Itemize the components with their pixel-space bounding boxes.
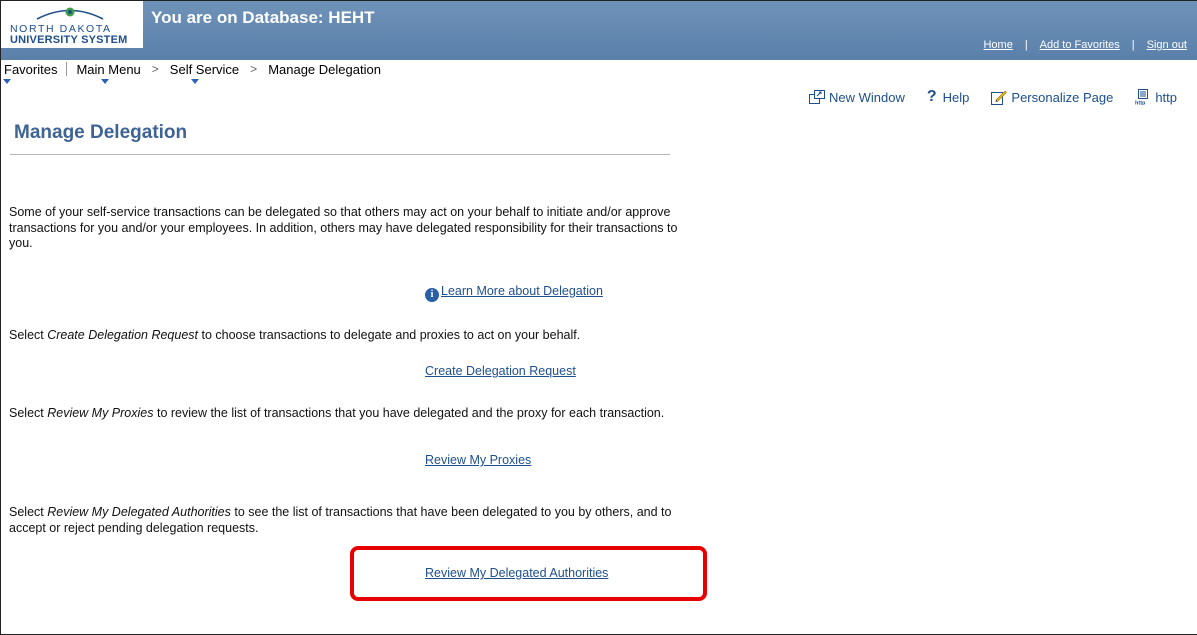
new-window-label: New Window: [829, 89, 905, 105]
learn-more-label: Learn More about Delegation: [441, 284, 603, 298]
info-icon: i: [425, 288, 439, 302]
http-icon: http: [1135, 89, 1149, 106]
sign-out-link[interactable]: Sign out: [1147, 39, 1187, 51]
create-desc-prefix: Select: [9, 328, 48, 342]
personalize-icon: [991, 90, 1008, 105]
title-divider: [10, 154, 670, 155]
http-label: http: [1155, 89, 1177, 105]
header-separator: |: [1024, 39, 1028, 51]
help-label: Help: [942, 89, 970, 105]
personalize-label: Personalize Page: [1011, 89, 1114, 105]
breadcrumb-nav: Favorites Main Menu > Self Service > Man…: [1, 60, 1197, 84]
review-proxies-description: Select Review My Proxies to review the l…: [9, 406, 699, 422]
authorities-desc-prefix: Select: [9, 505, 48, 519]
home-link[interactable]: Home: [983, 39, 1012, 51]
intro-text: Some of your self-service transactions c…: [9, 205, 678, 250]
http-link[interactable]: http http: [1135, 89, 1177, 105]
proxies-desc-emphasis: Review My Proxies: [47, 406, 154, 420]
breadcrumb-chevron-icon: >: [250, 62, 258, 76]
nav-manage-delegation[interactable]: Manage Delegation: [265, 62, 384, 77]
logo-arc-icon: [36, 7, 104, 20]
database-title: You are on Database: HEHT: [151, 8, 375, 27]
dropdown-arrow-icon: [190, 78, 199, 84]
logo-text-line2: UNIVERSITY SYSTEM: [10, 34, 128, 46]
svg-text:http: http: [1135, 101, 1146, 106]
nav-main-menu-label: Main Menu: [76, 61, 141, 77]
create-delegation-request-link[interactable]: Create Delegation Request: [425, 364, 576, 378]
create-desc-emphasis: Create Delegation Request: [47, 328, 199, 342]
proxies-desc-suffix: to review the list of transactions that …: [153, 406, 665, 420]
page-title: Manage Delegation: [14, 122, 188, 143]
nav-self-service[interactable]: Self Service: [167, 61, 242, 84]
personalize-page-link[interactable]: Personalize Page: [991, 89, 1113, 105]
review-authorities-description: Select Review My Delegated Authorities t…: [9, 505, 699, 536]
create-request-description: Select Create Delegation Request to choo…: [9, 328, 699, 344]
authorities-desc-emphasis: Review My Delegated Authorities: [47, 505, 231, 519]
breadcrumb-chevron-icon: >: [151, 62, 159, 76]
nav-main-menu[interactable]: Main Menu: [73, 61, 143, 84]
add-to-favorites-link[interactable]: Add to Favorites: [1040, 39, 1120, 51]
page-toolbar: New Window ? Help Personalize Page http …: [787, 88, 1177, 106]
new-window-icon: [809, 90, 826, 104]
help-link[interactable]: ? Help: [927, 88, 970, 106]
highlight-annotation: [350, 546, 707, 601]
help-icon: ?: [926, 88, 937, 105]
dropdown-arrow-icon: [101, 78, 110, 84]
ndus-logo[interactable]: NORTH DAKOTA UNIVERSITY SYSTEM: [1, 1, 143, 48]
header-separator: |: [1131, 39, 1135, 51]
nav-separator: [66, 62, 68, 76]
dropdown-arrow-icon: [3, 78, 11, 84]
learn-more-link[interactable]: i Learn More about Delegation: [425, 284, 603, 302]
review-my-proxies-link[interactable]: Review My Proxies: [425, 453, 531, 467]
header-links: Home | Add to Favorites | Sign out: [983, 39, 1187, 51]
create-desc-suffix: to choose transactions to delegate and p…: [198, 328, 581, 342]
nav-favorites-label: Favorites: [4, 61, 58, 77]
nav-favorites[interactable]: Favorites: [1, 61, 60, 84]
new-window-link[interactable]: New Window: [809, 90, 905, 105]
proxies-desc-prefix: Select: [9, 406, 48, 420]
app-header: NORTH DAKOTA UNIVERSITY SYSTEM You are o…: [1, 1, 1197, 60]
nav-self-service-label: Self Service: [169, 61, 240, 77]
